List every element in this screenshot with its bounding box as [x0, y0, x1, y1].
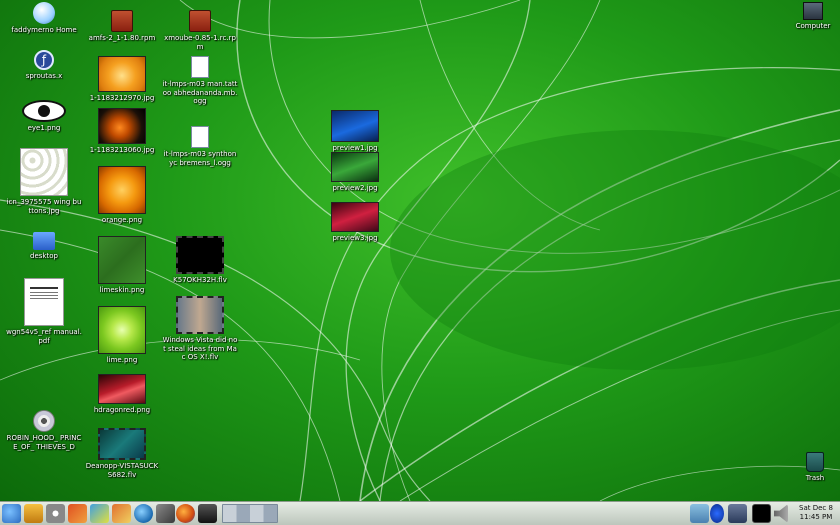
virtual-desktop-pager[interactable] — [222, 504, 278, 523]
eye-icon — [22, 100, 66, 122]
desktop-icon-wing-buttons[interactable]: icn_3975575 wing buttons.jpg — [6, 148, 82, 215]
home-folder-icon[interactable] — [24, 504, 43, 523]
preview-thumbnail-icon — [331, 110, 379, 142]
dvd-disc-icon — [33, 410, 55, 432]
home-icon — [33, 2, 55, 24]
orange-thumbnail-icon — [98, 56, 146, 92]
preview-thumbnail-icon — [331, 152, 379, 182]
desktop-icon-windows-vista-video[interactable]: Windows Vista did not steal ideas from M… — [162, 296, 238, 362]
desktop-icon-deanopp-video[interactable]: Deanopp-VISTASUCKS682.flv — [84, 428, 160, 479]
desktop-icon-orange-png[interactable]: orange.png — [84, 166, 160, 225]
clock-time: 11:45 PM — [799, 513, 833, 521]
bluetooth-tray-icon[interactable] — [710, 504, 724, 523]
folder-icon — [33, 232, 55, 250]
taskbar: Sat Dec 8 11:45 PM — [0, 501, 840, 525]
pdf-document-icon — [24, 278, 64, 326]
orange-image-icon — [98, 166, 146, 214]
desktop-icon-eye-image[interactable]: eye1.png — [6, 100, 82, 133]
clock-date: Sat Dec 8 — [799, 504, 833, 512]
desktop-icon-preview2[interactable]: preview2.jpg — [317, 152, 393, 193]
desktop-icon-computer[interactable]: Computer — [786, 2, 840, 31]
office-icon[interactable] — [68, 504, 87, 523]
desktop-icon-trash[interactable]: Trash — [790, 452, 840, 483]
desktop-icon-image-orange-1[interactable]: 1-1183212970.jpg — [84, 56, 160, 103]
desktop-icon-flash-file[interactable]: ƒ sproutas.x — [6, 50, 82, 81]
desktop-icon-ogg-audio-2[interactable]: it-lmps-m03 synthonyc bremens_l.ogg — [162, 126, 238, 167]
paint-icon[interactable] — [90, 504, 109, 523]
desktop-icon-preview3[interactable]: preview3.jpg — [317, 202, 393, 243]
desktop-icon-desktop-folder[interactable]: desktop — [6, 232, 82, 261]
globe-icon[interactable] — [134, 504, 153, 523]
audio-file-icon — [191, 126, 209, 148]
dragon-image-icon — [98, 374, 146, 404]
audio-file-icon — [191, 56, 209, 78]
tools-icon[interactable] — [156, 504, 175, 523]
desktop-icon-dvd[interactable]: ROBIN_HOOD_ PRINCE_OF_ THIEVES_D — [6, 410, 82, 451]
fruit-thumbnail-icon — [98, 108, 146, 144]
media-player-icon[interactable] — [198, 504, 217, 523]
clock[interactable]: Sat Dec 8 11:45 PM — [796, 504, 836, 522]
firefox-icon[interactable] — [176, 504, 195, 523]
start-menu-icon[interactable] — [2, 504, 21, 523]
desktop-icon-ogg-audio-1[interactable]: it-lmps-m03 man.tattoo abhedananda.mb.og… — [162, 56, 238, 106]
desktop-icon-xmoube-rpm[interactable]: xmoube-0.85-1.rc.rpm — [162, 10, 238, 51]
desktop-icon-flv-video-1[interactable]: K57OKH32H.flv — [162, 236, 238, 285]
volume-icon[interactable] — [774, 504, 788, 523]
graphics-icon[interactable] — [112, 504, 131, 523]
video-thumbnail-icon — [176, 236, 224, 274]
desktop-background: faddymerno Home ƒ sproutas.x eye1.png ic… — [0, 0, 840, 501]
desktop-icon-preview1[interactable]: preview1.jpg — [317, 110, 393, 153]
monitor-tray-icon[interactable] — [728, 504, 747, 523]
desktop-icon-amfs-rpm[interactable]: amfs-2_1-1.80.rpm — [84, 10, 160, 43]
wing-buttons-thumbnail-icon — [20, 148, 68, 196]
rpm-package-icon — [111, 10, 133, 32]
desktop-icon-home[interactable]: faddymerno Home — [6, 2, 82, 35]
computer-icon — [803, 2, 823, 20]
desktop-icon-pdf-manual[interactable]: wgn54v5_ref manual.pdf — [6, 278, 82, 345]
video-thumbnail-icon — [98, 428, 146, 460]
video-thumbnail-icon — [176, 296, 224, 334]
fan-icon[interactable] — [46, 504, 65, 523]
desktop-icon-limeskin[interactable]: limeskin.png — [84, 236, 160, 295]
desktop-icon-lime[interactable]: lime.png — [84, 306, 160, 365]
desktop-icon-hdragonred[interactable]: hdragonred.png — [84, 374, 160, 415]
lime-image-icon — [98, 306, 146, 354]
preview-thumbnail-icon — [331, 202, 379, 232]
rpm-package-icon — [189, 10, 211, 32]
limeskin-image-icon — [98, 236, 146, 284]
flash-file-icon: ƒ — [34, 50, 54, 70]
trash-icon — [806, 452, 824, 472]
desktop-icon-image-fruit[interactable]: 1-1183213060.jpg — [84, 108, 160, 155]
system-monitor-icon[interactable] — [752, 504, 771, 523]
network-tray-icon[interactable] — [690, 504, 709, 523]
